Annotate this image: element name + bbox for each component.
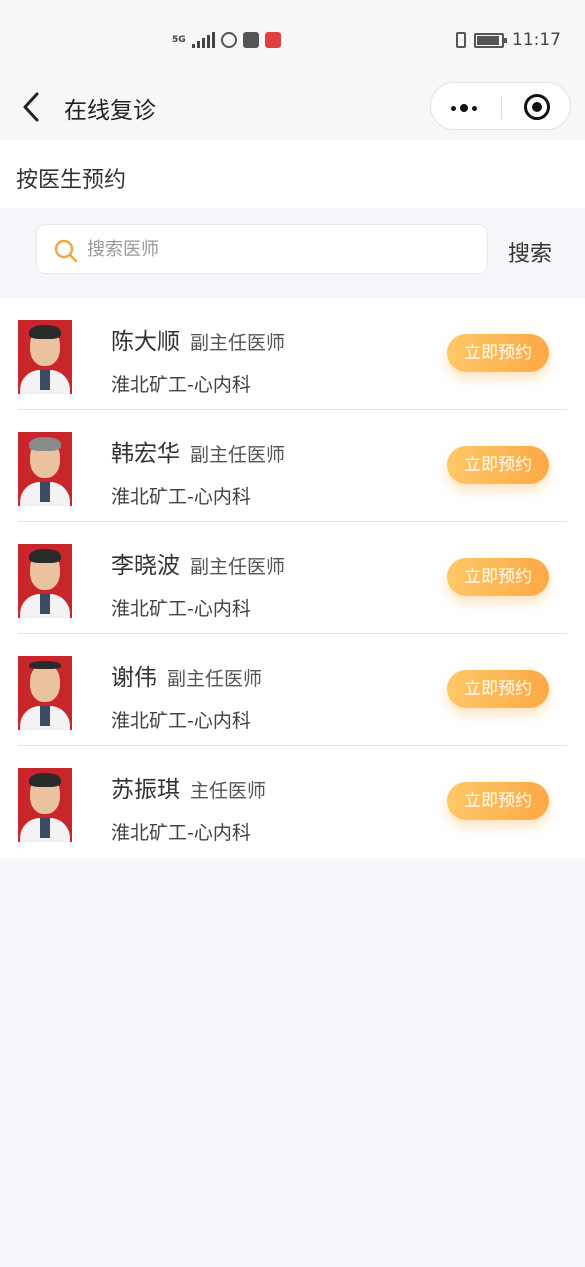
doctor-department: 淮北矿工-心内科 xyxy=(111,710,251,732)
section-heading: 按医生预约 xyxy=(0,140,585,208)
book-now-button[interactable]: 立即预约 xyxy=(447,782,549,820)
doctor-row[interactable]: 陈大顺 副主任医师 淮北矿工-心内科 立即预约 xyxy=(18,298,567,410)
doctor-avatar xyxy=(18,432,72,506)
doctor-name: 谢伟 xyxy=(111,665,157,691)
doctor-avatar xyxy=(18,656,72,730)
doctor-department: 淮北矿工-心内科 xyxy=(111,374,251,396)
search-input[interactable] xyxy=(87,234,467,264)
status-left-icons: 5G xyxy=(172,32,281,48)
doctor-name-line: 李晓波 副主任医师 xyxy=(111,546,285,580)
search-button[interactable]: 搜索 xyxy=(508,236,552,268)
battery-icon xyxy=(474,32,507,48)
book-now-button[interactable]: 立即预约 xyxy=(447,446,549,484)
doctor-avatar xyxy=(18,320,72,394)
doctor-department: 淮北矿工-心内科 xyxy=(111,822,251,844)
book-now-button[interactable]: 立即预约 xyxy=(447,334,549,372)
app-notification-icon-2 xyxy=(242,32,259,48)
doctor-title: 副主任医师 xyxy=(190,556,286,578)
doctor-title: 主任医师 xyxy=(190,780,267,802)
doctor-avatar xyxy=(18,544,72,618)
clock: 11:17 xyxy=(512,30,561,50)
book-now-button[interactable]: 立即预约 xyxy=(447,670,549,708)
signal-icon xyxy=(191,32,215,48)
doctor-department: 淮北矿工-心内科 xyxy=(111,486,251,508)
doctor-title: 副主任医师 xyxy=(190,332,286,354)
capsule-divider xyxy=(501,95,502,119)
search-box[interactable] xyxy=(36,224,488,274)
doctor-row[interactable]: 谢伟 副主任医师 淮北矿工-心内科 立即预约 xyxy=(18,634,567,746)
mini-program-capsule xyxy=(430,82,571,130)
doctor-name: 李晓波 xyxy=(111,553,180,579)
doctor-name-line: 韩宏华 副主任医师 xyxy=(111,434,285,468)
vibrate-icon xyxy=(456,32,466,48)
doctor-row[interactable]: 苏振琪 主任医师 淮北矿工-心内科 立即预约 xyxy=(18,746,567,858)
status-right-icons: 11:17 xyxy=(456,30,561,50)
page-title: 在线复诊 xyxy=(64,98,156,124)
status-bar: 5G 11:17 xyxy=(0,0,585,76)
target-icon[interactable] xyxy=(524,94,550,120)
doctor-title: 副主任医师 xyxy=(190,444,286,466)
navigation-bar: 在线复诊 xyxy=(0,76,585,140)
doctor-avatar xyxy=(18,768,72,842)
search-icon xyxy=(54,239,78,263)
book-now-button[interactable]: 立即预约 xyxy=(447,558,549,596)
search-bar: 搜索 xyxy=(0,208,585,298)
doctor-name-line: 谢伟 副主任医师 xyxy=(111,658,262,692)
doctor-department: 淮北矿工-心内科 xyxy=(111,598,251,620)
doctor-row[interactable]: 韩宏华 副主任医师 淮北矿工-心内科 立即预约 xyxy=(18,410,567,522)
app-notification-icon-3 xyxy=(264,32,281,48)
app-notification-icon xyxy=(220,32,237,48)
doctor-name: 苏振琪 xyxy=(111,777,180,803)
chevron-left-icon[interactable] xyxy=(20,90,44,124)
doctor-name: 韩宏华 xyxy=(111,441,180,467)
doctor-row[interactable]: 李晓波 副主任医师 淮北矿工-心内科 立即预约 xyxy=(18,522,567,634)
more-dots-icon[interactable] xyxy=(451,104,477,112)
doctor-name-line: 陈大顺 副主任医师 xyxy=(111,322,285,356)
doctor-name-line: 苏振琪 主任医师 xyxy=(111,770,266,804)
network-label: 5G xyxy=(172,35,186,45)
doctor-title: 副主任医师 xyxy=(167,668,263,690)
doctor-name: 陈大顺 xyxy=(111,329,180,355)
doctor-list: 陈大顺 副主任医师 淮北矿工-心内科 立即预约 韩宏华 副主任医师 淮北矿工-心内科… xyxy=(0,298,585,858)
